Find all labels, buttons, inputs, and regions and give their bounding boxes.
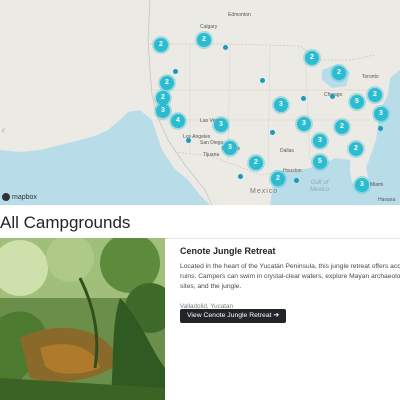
map-cluster-marker[interactable]: 5: [350, 95, 364, 109]
country-label: Mexico: [250, 188, 279, 195]
map-cluster-marker[interactable]: 3: [374, 107, 388, 121]
place-label: Edmonton: [228, 12, 251, 18]
map-cluster-marker[interactable]: 3: [214, 118, 228, 132]
map-cluster-marker[interactable]: 2: [349, 142, 363, 156]
campground-card-body: Cenote Jungle Retreat Located in the hea…: [180, 246, 400, 310]
map-cluster-marker[interactable]: 2: [335, 120, 349, 134]
campground-marker[interactable]: [329, 93, 335, 99]
place-label: Miami: [370, 182, 384, 188]
map-cluster-marker[interactable]: 2: [332, 66, 346, 80]
place-label: Dallas: [280, 148, 294, 154]
map-cluster-marker[interactable]: 3: [313, 134, 327, 148]
jungle-photo: [0, 238, 165, 400]
campground-marker[interactable]: [259, 77, 265, 83]
view-campground-button-label: View Cenote Jungle Retreat: [187, 312, 272, 319]
mapbox-logo[interactable]: mapbox: [2, 193, 37, 201]
water-label: c: [2, 128, 5, 134]
campground-marker[interactable]: [377, 125, 383, 131]
place-label: Houston: [283, 168, 302, 174]
map-cluster-marker[interactable]: 3: [274, 98, 288, 112]
place-label: Havana: [378, 197, 396, 203]
map-cluster-marker[interactable]: 2: [271, 172, 285, 186]
map-basemap: [0, 0, 400, 205]
map-cluster-marker[interactable]: 4: [171, 114, 185, 128]
page-title: All Campgrounds: [0, 213, 131, 232]
map-cluster-marker[interactable]: 5: [313, 155, 327, 169]
mapbox-attribution: mapbox: [12, 193, 37, 201]
map-cluster-marker[interactable]: 3: [156, 104, 170, 118]
campground-marker[interactable]: [293, 177, 299, 183]
campground-title: Cenote Jungle Retreat: [180, 246, 276, 256]
map-cluster-marker[interactable]: 2: [160, 76, 174, 90]
place-label: Calgary: [200, 24, 218, 30]
campground-description: Located in the heart of the Yucatán Peni…: [180, 263, 400, 290]
water-label: Gulf of Mexico: [310, 180, 330, 193]
map-cluster-marker[interactable]: 2: [197, 33, 211, 47]
map-cluster-marker[interactable]: 3: [223, 141, 237, 155]
map-cluster-marker[interactable]: 2: [154, 38, 168, 52]
map-cluster-marker[interactable]: 2: [249, 156, 263, 170]
map-cluster-marker[interactable]: 3: [297, 117, 311, 131]
campground-cluster-map[interactable]: Calgary Edmonton Las Vegas Los Angeles P…: [0, 0, 400, 205]
campground-marker[interactable]: [269, 129, 275, 135]
campground-image: [0, 238, 165, 400]
campground-marker[interactable]: [300, 95, 306, 101]
campground-marker[interactable]: [172, 68, 178, 74]
place-label: Toronto: [362, 74, 379, 80]
map-cluster-marker[interactable]: 2: [305, 51, 319, 65]
campground-marker[interactable]: [185, 137, 191, 143]
map-cluster-marker[interactable]: 2: [156, 91, 170, 105]
view-campground-button[interactable]: View Cenote Jungle Retreat ➔: [180, 309, 287, 323]
campground-marker[interactable]: [222, 44, 228, 50]
place-label: San Diego: [200, 140, 224, 146]
mapbox-icon: [2, 193, 10, 201]
map-cluster-marker[interactable]: 3: [355, 178, 369, 192]
campground-marker[interactable]: [237, 173, 243, 179]
map-cluster-marker[interactable]: 2: [368, 88, 382, 102]
place-label: Tijuana: [203, 152, 220, 158]
arrow-right-icon: ➔: [273, 312, 280, 319]
